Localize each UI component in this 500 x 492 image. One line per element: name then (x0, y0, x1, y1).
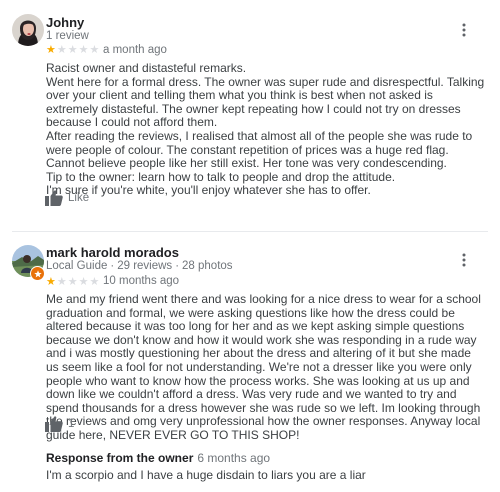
star-empty-icon: ★ (78, 276, 89, 288)
review-time: 10 months ago (103, 275, 180, 287)
owner-response-text: I'm a scorpio and I have a huge disdain … (46, 468, 366, 482)
star-empty-icon: ★ (56, 276, 67, 288)
review-paragraph: Me and my friend went there and was look… (46, 292, 481, 442)
photo-count: 28 photos (182, 260, 233, 272)
owner-response: Response from the owner 6 months ago I'm … (46, 451, 486, 482)
like-button[interactable]: 1 (45, 416, 74, 432)
more-vert-icon (462, 253, 466, 267)
like-label: Like (68, 192, 90, 204)
thumb-up-icon (45, 416, 63, 432)
reviewer-name[interactable]: mark harold morados (46, 245, 179, 260)
review-paragraph: Went here for a formal dress. The owner … (46, 74, 485, 130)
review-count: 29 reviews (117, 260, 173, 272)
review-paragraph: Racist owner and distasteful remarks. (46, 61, 247, 75)
star-empty-icon: ★ (56, 44, 67, 56)
owner-response-header: Response from the owner 6 months ago (46, 451, 486, 465)
star-empty-icon: ★ (89, 276, 100, 288)
star-empty-icon: ★ (67, 44, 78, 56)
star-rating: ★ ★ ★ ★ ★ (46, 277, 100, 288)
reviewer-meta: Local Guide · 29 reviews · 28 photos (46, 260, 233, 272)
like-count: 1 (68, 418, 75, 430)
local-guide-label: Local Guide (46, 260, 108, 272)
more-vert-icon (462, 23, 466, 37)
review-paragraph: I'm sure if you're white, you'll enjoy w… (46, 183, 371, 198)
review-paragraph: After reading the reviews, I realised th… (46, 128, 473, 171)
like-button[interactable]: Like (45, 190, 89, 206)
local-guide-star-icon (30, 266, 45, 281)
reviewer-meta: 1 review (46, 30, 89, 42)
owner-response-time: 6 months ago (197, 451, 271, 465)
reviewer-name[interactable]: Johny (46, 15, 84, 30)
thumb-up-icon (45, 190, 63, 206)
review-card: Johny 1 review ★ ★ ★ ★ ★ a month ago Rac… (0, 0, 500, 232)
owner-response-title: Response from the owner (46, 451, 194, 465)
review-text: Racist owner and distasteful remarks. We… (46, 61, 486, 198)
more-options-button[interactable] (456, 20, 472, 40)
star-empty-icon: ★ (67, 276, 78, 288)
star-empty-icon: ★ (89, 44, 100, 56)
star-empty-icon: ★ (78, 44, 89, 56)
avatar[interactable] (12, 14, 44, 46)
review-paragraph: Tip to the owner: learn how to talk to p… (46, 169, 396, 184)
review-text: Me and my friend went there and was look… (46, 292, 486, 443)
star-filled-icon: ★ (46, 44, 56, 56)
review-time: a month ago (103, 44, 167, 56)
more-options-button[interactable] (456, 250, 472, 270)
star-filled-icon: ★ (46, 276, 56, 288)
star-rating: ★ ★ ★ ★ ★ (46, 45, 100, 56)
review-card: mark harold morados Local Guide · 29 revie… (0, 232, 500, 492)
